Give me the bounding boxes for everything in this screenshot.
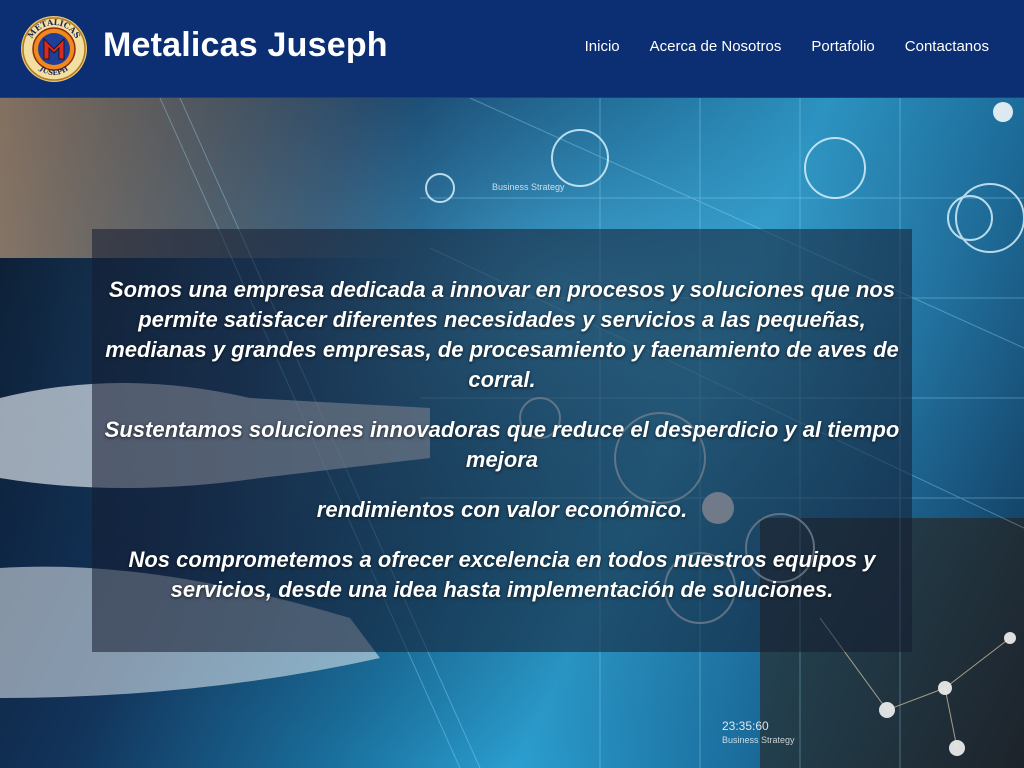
mission-paragraph-4: Nos comprometemos a ofrecer excelencia e… [128, 547, 876, 602]
mission-paragraph-1: Somos una empresa dedicada a innovar en … [105, 277, 899, 392]
mission-text: Somos una empresa dedicada a innovar en … [92, 275, 912, 625]
nav-portafolio[interactable]: Portafolio [811, 38, 874, 55]
bg-label-time: 23:35:60 [722, 719, 769, 733]
mission-paragraph-3: rendimientos con valor económico. [316, 497, 688, 522]
nav-contactanos[interactable]: Contactanos [905, 38, 989, 55]
main-nav: Inicio Acerca de Nosotros Portafolio Con… [585, 38, 989, 55]
hero-section: Business Strategy 23:35:60 Business Stra… [0, 98, 1024, 768]
brand-title[interactable]: Metalicas Juseph [103, 26, 388, 65]
nav-acerca-de-nosotros[interactable]: Acerca de Nosotros [650, 38, 782, 55]
company-logo[interactable]: METALICAS JUSEPH [20, 15, 88, 83]
mission-paragraph-2: Sustentamos soluciones innovadoras que r… [104, 417, 900, 472]
navbar: METALICAS JUSEPH Metalicas Juseph Inicio… [0, 0, 1024, 98]
bg-label-strategy-top: Business Strategy [492, 182, 565, 192]
mission-panel: Somos una empresa dedicada a innovar en … [92, 229, 912, 652]
nav-inicio[interactable]: Inicio [585, 38, 620, 55]
bg-label-strategy-bottom: Business Strategy [722, 735, 795, 745]
